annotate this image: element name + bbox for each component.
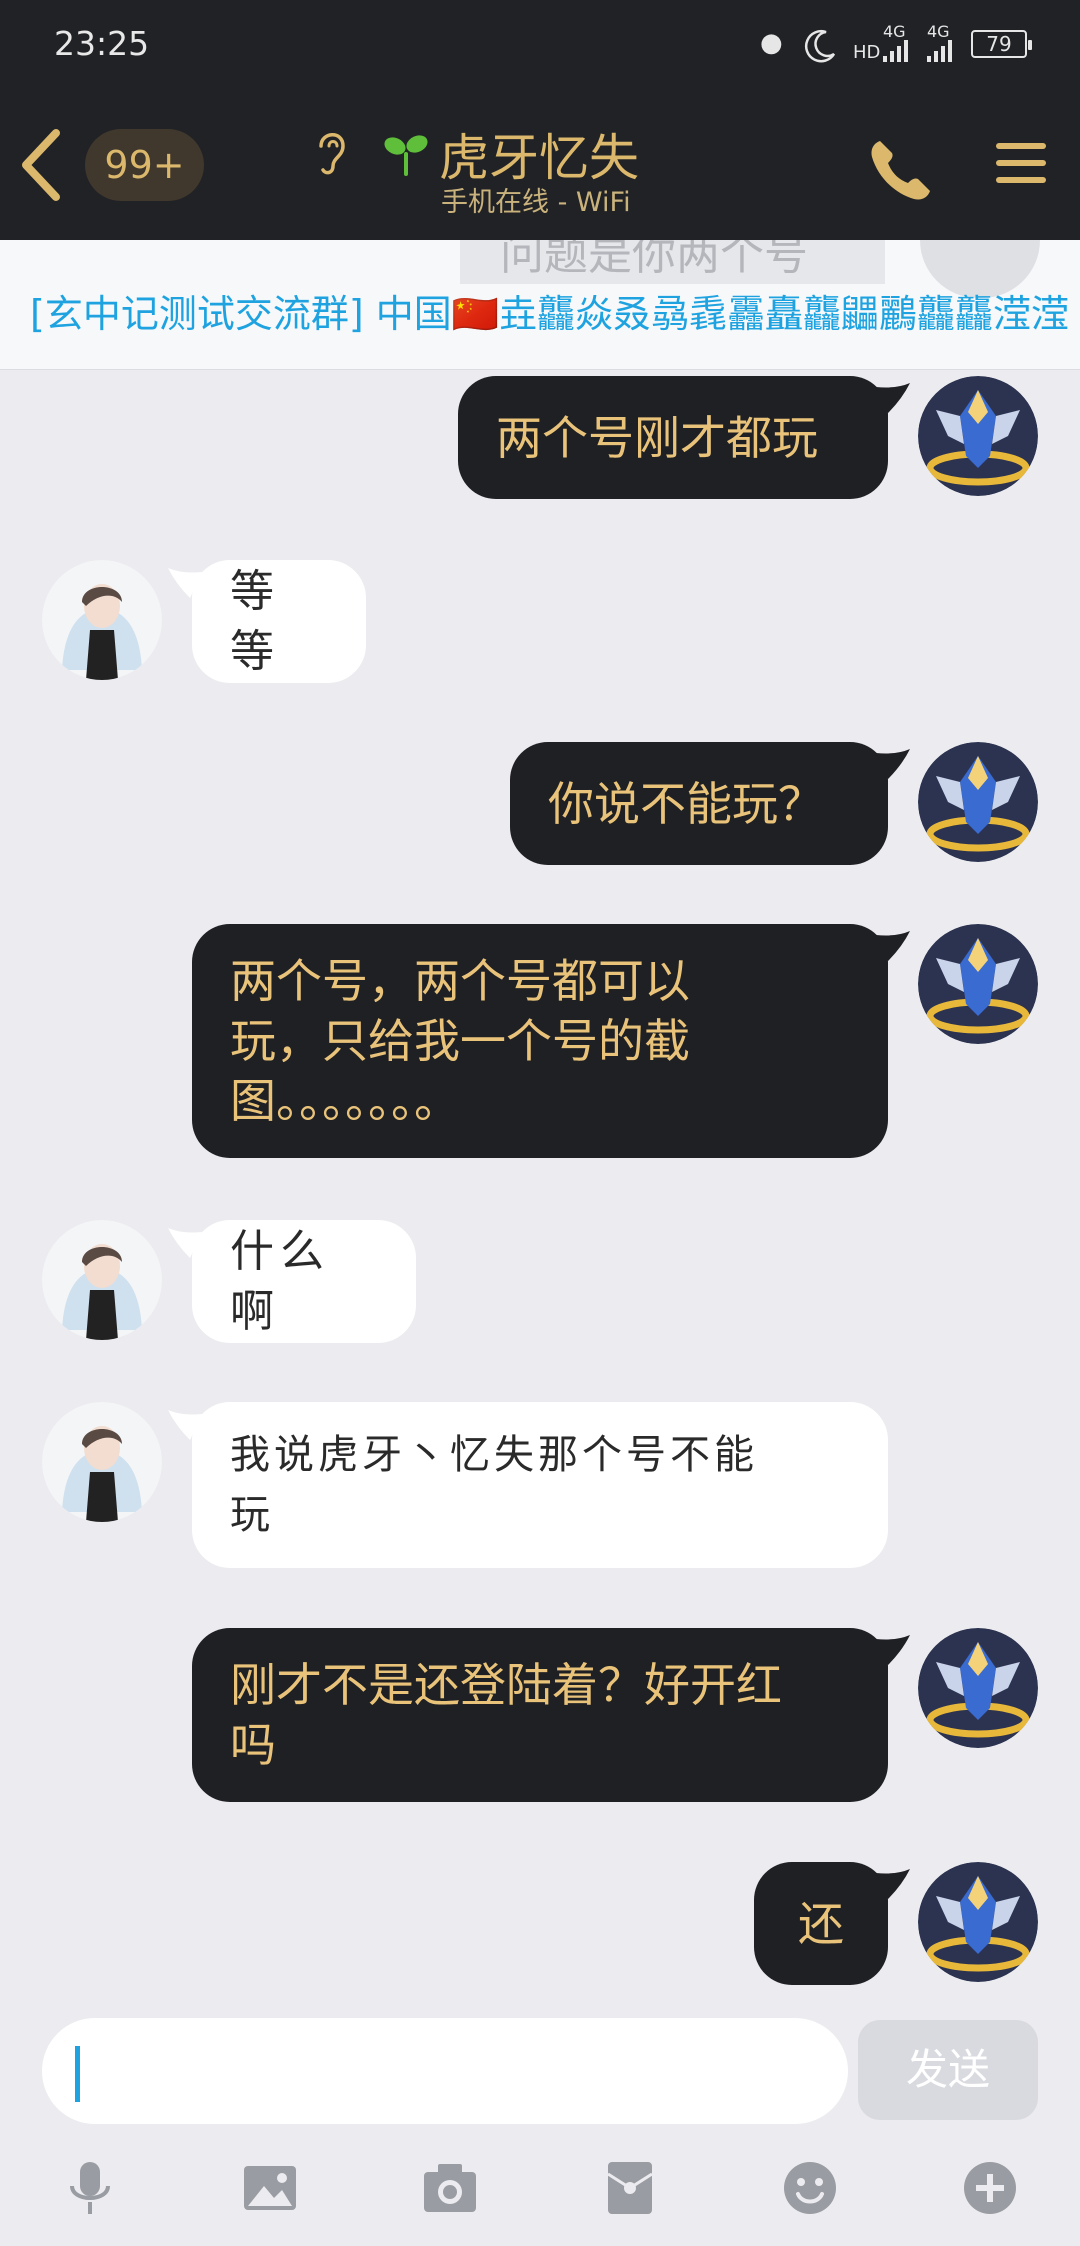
ear-icon[interactable] — [313, 126, 351, 178]
my-message-bubble[interactable]: 你说不能玩？ — [510, 742, 888, 865]
message-input[interactable] — [42, 2018, 848, 2124]
dot-icon: ● — [760, 28, 783, 58]
sprout-icon — [384, 135, 428, 176]
rank-emblem-icon — [918, 1862, 1038, 1982]
emoji-icon[interactable] — [780, 2158, 840, 2218]
my-avatar[interactable] — [918, 1862, 1038, 1982]
hd-label: HD — [853, 42, 881, 63]
text-cursor — [75, 2046, 80, 2102]
my-message-bubble[interactable]: 刚才不是还登陆着？好开红 吗 — [192, 1628, 888, 1802]
message-line: 刚才不是还登陆着？好开红 — [230, 1658, 782, 1712]
contact-avatar[interactable] — [42, 560, 162, 680]
message-line: 玩，只给我一个号的截 — [230, 1014, 690, 1068]
plus-icon[interactable] — [960, 2158, 1020, 2218]
message-text: 你说不能玩？ — [548, 776, 824, 831]
my-avatar[interactable] — [918, 924, 1038, 1044]
contact-avatar[interactable] — [42, 1402, 162, 1522]
rank-emblem-icon — [918, 376, 1038, 496]
my-message-bubble[interactable]: 还 — [754, 1862, 888, 1985]
back-button[interactable] — [12, 125, 72, 205]
anime-avatar-icon — [42, 1402, 162, 1522]
contact-message-bubble[interactable]: 等等 — [192, 560, 366, 683]
message-line: 我说虎牙丶忆失那个号不能 — [230, 1432, 758, 1478]
message-line: 图。。。。。。。 — [230, 1074, 460, 1128]
signal-icon-2 — [927, 40, 952, 62]
ticker-background-text: 问题是你两个号 — [460, 240, 885, 284]
bubble-tail — [876, 931, 910, 961]
phone-icon[interactable] — [866, 135, 936, 205]
ticker-text[interactable]: [玄中记测试交流群] 中国🇨🇳垚龘焱叒骉毳靐矗龘鼺鸝龘龘滢滢 — [30, 283, 1069, 338]
contact-status: 手机在线 - WiFi — [441, 187, 631, 218]
anime-avatar-icon — [42, 1220, 162, 1340]
rank-emblem-icon — [918, 1628, 1038, 1748]
anime-avatar-icon — [42, 560, 162, 680]
camera-icon[interactable] — [420, 2158, 480, 2218]
contact-avatar[interactable] — [42, 1220, 162, 1340]
send-button[interactable]: 发送 — [858, 2020, 1038, 2120]
message-text: 还 — [798, 1896, 844, 1951]
image-icon[interactable] — [240, 2158, 300, 2218]
message-text: 两个号刚才都玩 — [496, 410, 818, 465]
moon-icon — [804, 30, 836, 63]
message-line: 玩 — [230, 1492, 274, 1538]
red-packet-icon[interactable] — [600, 2158, 660, 2218]
my-message-bubble[interactable]: 两个号刚才都玩 — [458, 376, 888, 499]
message-line: 吗 — [230, 1718, 276, 1772]
mic-icon[interactable] — [60, 2158, 120, 2218]
message-text: 什么啊 — [230, 1225, 330, 1337]
signal-icon-1 — [883, 40, 908, 62]
contact-message-bubble[interactable]: 我说虎牙丶忆失那个号不能 玩 — [192, 1402, 888, 1568]
my-avatar[interactable] — [918, 742, 1038, 862]
contact-message-bubble[interactable]: 什么啊 — [192, 1220, 416, 1343]
my-avatar[interactable] — [918, 376, 1038, 496]
my-avatar[interactable] — [918, 1628, 1038, 1748]
bubble-tail — [876, 383, 910, 413]
message-text: 等等 — [230, 565, 280, 677]
rank-emblem-icon — [918, 924, 1038, 1044]
message-line: 两个号，两个号都可以 — [230, 954, 690, 1008]
status-time: 23:25 — [54, 24, 150, 63]
my-message-bubble[interactable]: 两个号，两个号都可以 玩，只给我一个号的截 图。。。。。。。 — [192, 924, 888, 1158]
menu-icon[interactable] — [994, 139, 1048, 187]
bubble-tail — [876, 1635, 910, 1665]
bubble-tail — [876, 749, 910, 779]
battery-indicator: 79 — [971, 30, 1032, 58]
unread-badge[interactable]: 99+ — [85, 129, 204, 201]
bubble-tail — [876, 1869, 910, 1899]
rank-emblem-icon — [918, 742, 1038, 862]
